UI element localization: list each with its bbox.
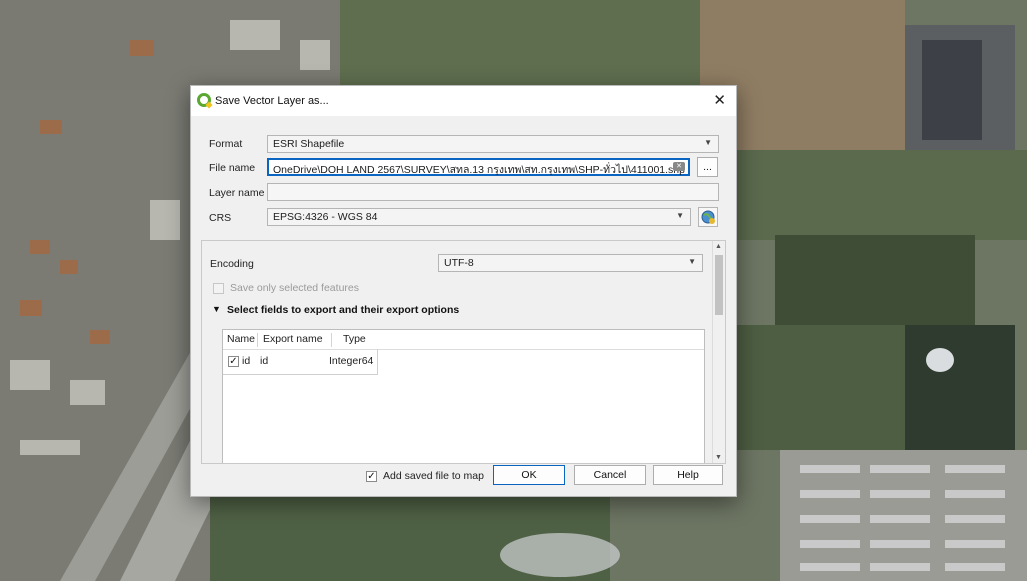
field-export-checkbox[interactable]: ✓ bbox=[228, 356, 239, 367]
scrollbar-thumb[interactable] bbox=[715, 255, 723, 315]
crs-label: CRS bbox=[209, 212, 232, 224]
fields-table[interactable]: Name Export name Type ✓ id id Integer64 bbox=[222, 329, 705, 463]
encoding-value: UTF-8 bbox=[444, 257, 474, 269]
options-scroll-area[interactable]: Encoding UTF-8 ▼ Save only selected feat… bbox=[201, 240, 726, 464]
globe-icon bbox=[701, 210, 715, 224]
close-icon[interactable]: ✕ bbox=[713, 91, 726, 109]
column-divider bbox=[257, 333, 258, 347]
field-export-name[interactable]: id bbox=[260, 355, 268, 367]
save-selected-label: Save only selected features bbox=[230, 282, 359, 294]
browse-button[interactable]: ... bbox=[697, 157, 718, 177]
dialog-title: Save Vector Layer as... bbox=[215, 95, 329, 107]
filename-value: OneDrive\DOH LAND 2567\SURVEY\สทล.13 กรุ… bbox=[273, 164, 685, 176]
layername-label: Layer name bbox=[209, 187, 265, 199]
cancel-button[interactable]: Cancel bbox=[574, 465, 646, 485]
field-type: Integer64 bbox=[329, 355, 374, 367]
chevron-down-icon: ▼ bbox=[676, 211, 684, 220]
qgis-icon bbox=[197, 93, 213, 109]
format-combo[interactable]: ESRI Shapefile ▼ bbox=[267, 135, 719, 153]
vertical-scrollbar[interactable]: ▲ ▼ bbox=[712, 241, 725, 463]
col-header-export-name[interactable]: Export name bbox=[263, 330, 323, 349]
dialog-titlebar[interactable]: Save Vector Layer as... ✕ bbox=[191, 86, 736, 116]
add-to-map-checkbox[interactable]: ✓ bbox=[366, 471, 377, 482]
chevron-down-icon: ▼ bbox=[688, 257, 696, 266]
fields-section-title[interactable]: Select fields to export and their export… bbox=[227, 304, 459, 316]
scroll-down-icon[interactable]: ▼ bbox=[715, 454, 722, 461]
field-name: id bbox=[242, 355, 251, 367]
col-header-type[interactable]: Type bbox=[343, 330, 366, 349]
filename-label: File name bbox=[209, 162, 256, 174]
ok-button[interactable]: OK bbox=[493, 465, 565, 485]
filename-input[interactable]: OneDrive\DOH LAND 2567\SURVEY\สทล.13 กรุ… bbox=[267, 158, 690, 176]
scroll-up-icon[interactable]: ▲ bbox=[715, 243, 722, 250]
layername-input[interactable] bbox=[267, 183, 719, 201]
col-header-name[interactable]: Name bbox=[227, 330, 256, 349]
help-button[interactable]: Help bbox=[653, 465, 723, 485]
crs-selector-button[interactable] bbox=[698, 207, 718, 227]
collapse-arrow-icon[interactable]: ▼ bbox=[212, 304, 221, 314]
crs-value: EPSG:4326 - WGS 84 bbox=[273, 211, 378, 223]
add-to-map-label: Add saved file to map bbox=[383, 470, 484, 482]
chevron-down-icon: ▼ bbox=[704, 138, 712, 147]
format-label: Format bbox=[209, 138, 243, 150]
save-vector-layer-dialog: Save Vector Layer as... ✕ Format ESRI Sh… bbox=[190, 85, 737, 497]
encoding-combo[interactable]: UTF-8 ▼ bbox=[438, 254, 703, 272]
clear-icon[interactable]: ✕ bbox=[673, 162, 685, 171]
column-divider bbox=[331, 333, 332, 347]
encoding-label: Encoding bbox=[210, 258, 254, 270]
save-selected-checkbox[interactable] bbox=[213, 283, 224, 294]
format-value: ESRI Shapefile bbox=[273, 138, 345, 150]
crs-combo[interactable]: EPSG:4326 - WGS 84 ▼ bbox=[267, 208, 691, 226]
